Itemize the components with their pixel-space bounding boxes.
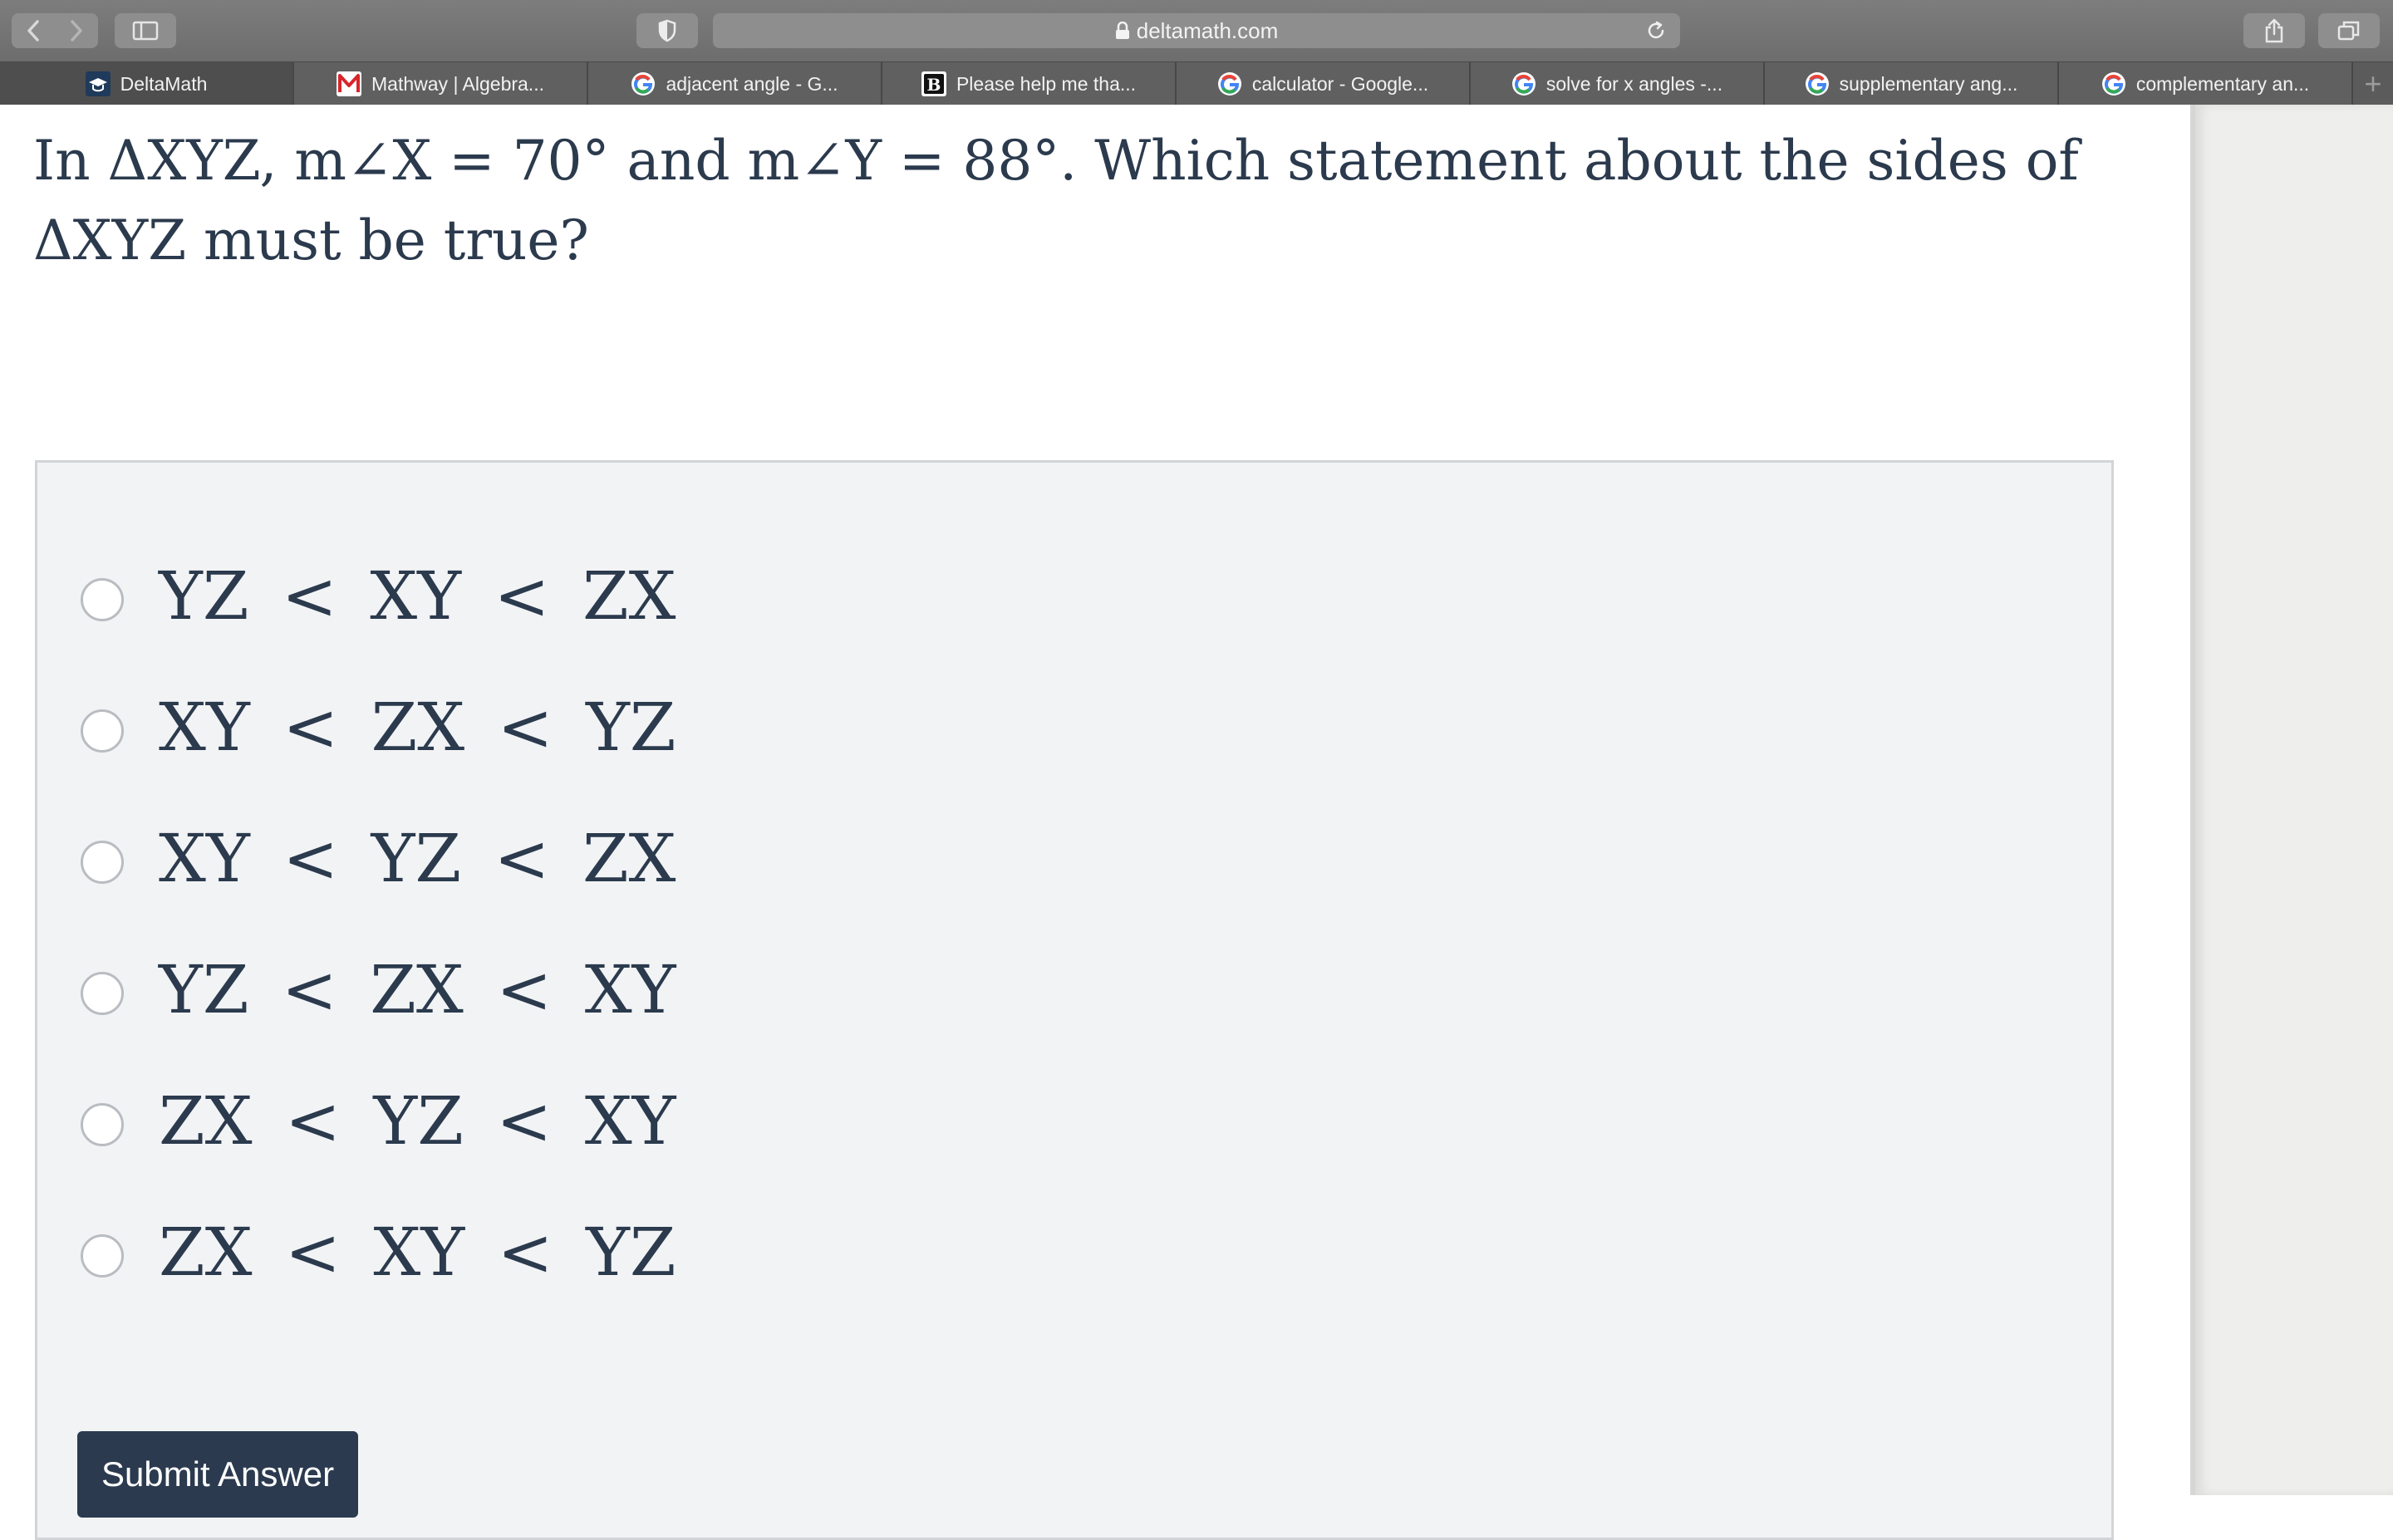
navigation-buttons (12, 13, 98, 48)
tab-supplementary[interactable]: supplementary ang... (1765, 62, 2059, 105)
radio-button[interactable] (81, 578, 124, 621)
chevron-left-icon (27, 20, 39, 42)
choice-label: XY < YZ < ZX (159, 819, 676, 897)
answer-choice[interactable]: ZX < XY < YZ (81, 1202, 676, 1302)
radio-button[interactable] (81, 709, 124, 753)
tab-label: Mathway | Algebra... (371, 72, 544, 95)
google-icon (1511, 71, 1536, 96)
reload-icon[interactable] (1645, 20, 1667, 42)
tab-label: solve for x angles -... (1545, 72, 1723, 95)
page-side-gutter (2190, 105, 2393, 1495)
answer-choice[interactable]: YZ < ZX < XY (81, 939, 676, 1039)
mathway-icon (337, 71, 362, 96)
google-icon (1217, 71, 1242, 96)
choice-label: ZX < XY < YZ (159, 1213, 676, 1291)
tab-adjacent-angle[interactable]: adjacent angle - G... (588, 62, 882, 105)
chevron-right-icon (71, 20, 82, 42)
radio-button[interactable] (81, 1103, 124, 1146)
back-button[interactable] (12, 13, 55, 48)
google-icon (1805, 71, 1830, 96)
shield-icon (658, 19, 676, 42)
answer-choice[interactable]: ZX < YZ < XY (81, 1071, 676, 1170)
choice-label: YZ < XY < ZX (159, 557, 676, 635)
svg-text:B: B (927, 75, 941, 95)
tab-label: adjacent angle - G... (666, 72, 838, 95)
tab-mathway[interactable]: Mathway | Algebra... (294, 62, 588, 105)
tab-label: calculator - Google... (1251, 72, 1429, 95)
tab-deltamath[interactable]: DeltaMath (0, 62, 294, 105)
tab-please-help[interactable]: B Please help me tha... (882, 62, 1177, 105)
tab-overview-button[interactable] (2318, 13, 2380, 48)
forward-button[interactable] (55, 13, 98, 48)
choice-label: YZ < ZX < XY (159, 950, 676, 1028)
submit-answer-button[interactable]: Submit Answer (77, 1431, 358, 1518)
radio-button[interactable] (81, 1234, 124, 1278)
plus-icon: + (2364, 66, 2382, 101)
radio-button[interactable] (81, 972, 124, 1015)
tab-solve-for-x[interactable]: solve for x angles -... (1471, 62, 1765, 105)
answer-choice[interactable]: YZ < XY < ZX (81, 546, 676, 645)
answer-choice[interactable]: XY < ZX < YZ (81, 677, 676, 777)
page-content: In ΔXYZ, m∠X = 70° and m∠Y = 88°. Which … (0, 105, 2393, 1540)
tab-label: complementary an... (2135, 72, 2310, 95)
url-text: deltamath.com (1136, 17, 1279, 43)
google-icon (2101, 71, 2126, 96)
share-icon (2265, 18, 2283, 43)
radio-button[interactable] (81, 841, 124, 884)
choice-label: ZX < YZ < XY (159, 1081, 676, 1160)
new-tab-button[interactable]: + (2353, 62, 2393, 105)
address-bar[interactable]: deltamath.com (713, 13, 1680, 48)
deltamath-icon (85, 71, 111, 96)
tab-label: supplementary ang... (1839, 72, 2018, 95)
google-icon (631, 71, 656, 96)
answer-choices-panel: YZ < XY < ZX XY < ZX < YZ XY < YZ < ZX Y… (35, 460, 2114, 1540)
sidebar-button[interactable] (115, 13, 176, 48)
tab-overview-icon (2337, 21, 2360, 41)
lock-icon (1115, 22, 1129, 39)
privacy-report-button[interactable] (636, 13, 698, 48)
tab-bar: DeltaMath Mathway | Algebra... adjacent … (0, 61, 2393, 105)
tab-calculator[interactable]: calculator - Google... (1177, 62, 1471, 105)
answer-choice[interactable]: XY < YZ < ZX (81, 808, 676, 908)
browser-toolbar: deltamath.com (0, 0, 2393, 61)
share-button[interactable] (2243, 13, 2305, 48)
sidebar-icon (132, 21, 159, 41)
brainly-icon: B (921, 71, 946, 96)
tab-complementary[interactable]: complementary an... (2059, 62, 2353, 105)
choice-label: XY < ZX < YZ (159, 688, 676, 766)
tab-label: Please help me tha... (956, 72, 1137, 95)
tab-label: DeltaMath (120, 72, 208, 95)
question-text: In ΔXYZ, m∠X = 70° and m∠Y = 88°. Which … (33, 129, 2079, 272)
